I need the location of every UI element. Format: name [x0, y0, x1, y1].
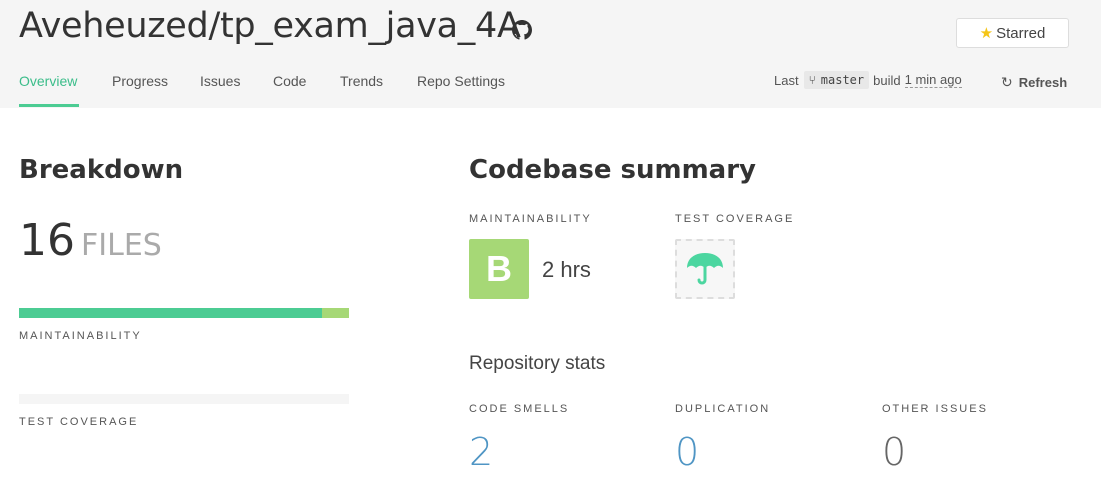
tab-progress[interactable]: Progress	[112, 73, 168, 89]
summary-maintainability-label: MAINTAINABILITY	[469, 213, 592, 225]
other-issues-value: 0	[882, 430, 907, 474]
code-smells-value[interactable]: 2	[469, 430, 493, 474]
tab-issues[interactable]: Issues	[200, 73, 240, 89]
other-issues-label: OTHER ISSUES	[882, 403, 988, 415]
files-count: 16 FILES	[19, 215, 162, 266]
duplication-value[interactable]: 0	[675, 430, 699, 474]
files-number: 16	[19, 215, 75, 266]
test-coverage-placeholder[interactable]	[675, 239, 735, 299]
maintainability-bar-segment[interactable]	[19, 308, 322, 318]
github-icon[interactable]	[512, 20, 532, 40]
summary-test-coverage-label: TEST COVERAGE	[675, 213, 795, 225]
repo-header: Aveheuzed/tp_exam_java_4A ★ Starred Over…	[0, 0, 1101, 108]
test-coverage-label: TEST COVERAGE	[19, 416, 139, 428]
maintainability-bar-segment[interactable]	[321, 308, 349, 318]
branch-name: master	[820, 73, 865, 87]
umbrella-icon	[687, 253, 723, 285]
starred-label: Starred	[996, 24, 1046, 42]
star-icon: ★	[979, 25, 994, 42]
repo-title: Aveheuzed/tp_exam_java_4A	[19, 6, 521, 46]
breakdown-title: Breakdown	[19, 155, 184, 185]
technical-debt: 2 hrs	[542, 257, 591, 282]
tab-repo-settings[interactable]: Repo Settings	[417, 73, 505, 89]
active-tab-indicator	[19, 104, 79, 107]
branch-chip[interactable]: ⑂ master	[803, 71, 870, 89]
duplication-label: DUPLICATION	[675, 403, 771, 415]
tab-code[interactable]: Code	[273, 73, 306, 89]
build-prefix: Last	[774, 72, 799, 88]
files-label: FILES	[81, 228, 162, 263]
tab-trends[interactable]: Trends	[340, 73, 383, 89]
maintainability-label: MAINTAINABILITY	[19, 330, 142, 342]
starred-button[interactable]: ★ Starred	[956, 18, 1069, 48]
maintainability-bar[interactable]	[19, 308, 349, 318]
refresh-label: Refresh	[1018, 75, 1068, 90]
branch-icon: ⑂	[808, 73, 816, 87]
build-middle: build	[873, 72, 901, 88]
code-smells-label: CODE SMELLS	[469, 403, 570, 415]
test-coverage-bar	[19, 394, 349, 404]
maintainability-grade[interactable]: B	[469, 239, 529, 299]
summary-title: Codebase summary	[469, 155, 756, 185]
tab-overview[interactable]: Overview	[19, 73, 77, 89]
build-time[interactable]: 1 min ago	[904, 72, 962, 88]
refresh-icon: ↻	[1001, 74, 1013, 90]
refresh-button[interactable]: ↻ Refresh	[1001, 74, 1067, 91]
build-info: Last ⑂ master build 1 min ago	[774, 71, 962, 89]
repository-stats-title: Repository stats	[469, 353, 606, 374]
